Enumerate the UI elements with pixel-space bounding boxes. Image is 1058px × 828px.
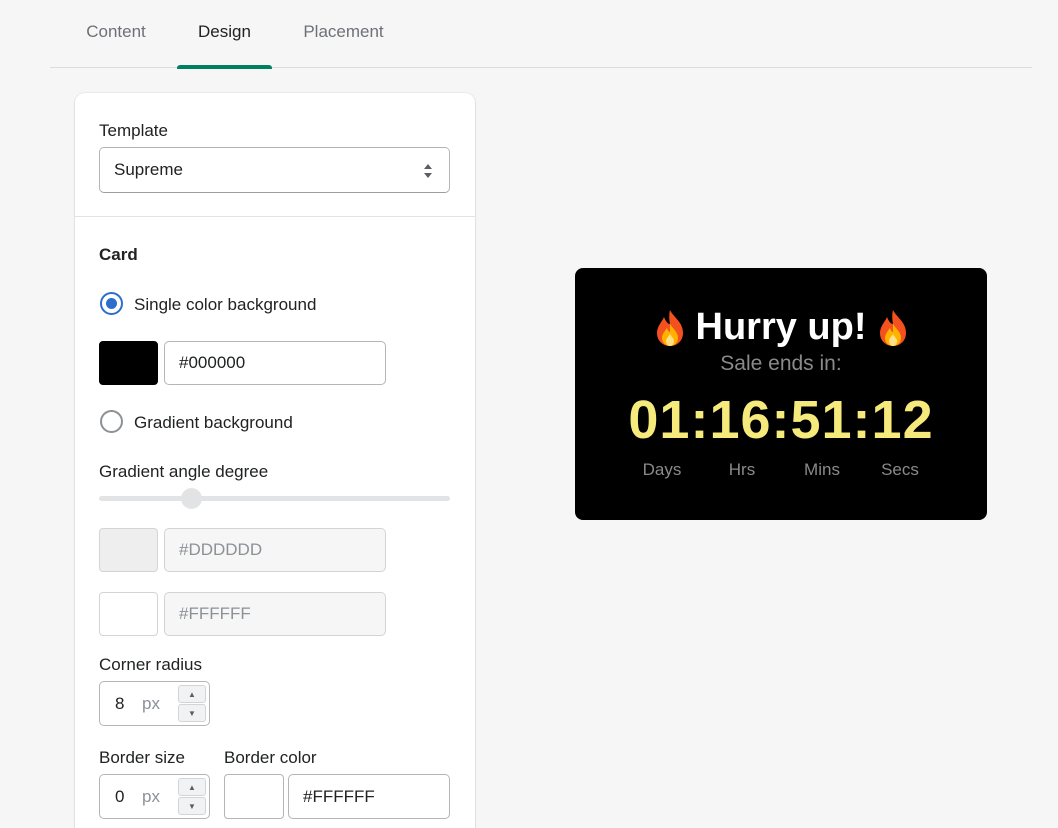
- caret-up-icon: ▲: [188, 689, 196, 699]
- gradient-label[interactable]: Gradient background: [134, 413, 293, 433]
- template-select-value: Supreme: [114, 160, 183, 179]
- template-select[interactable]: Supreme: [99, 147, 450, 193]
- border-size-decrement-button[interactable]: ▼: [178, 797, 206, 815]
- unit-label-days: Days: [642, 460, 682, 479]
- border-color-hex-value: #FFFFFF: [303, 786, 375, 806]
- unit-label-secs: Secs: [881, 460, 919, 479]
- gradient-color1-swatch[interactable]: [99, 528, 158, 572]
- preview-unit-labels: Days Hrs Mins Secs: [623, 460, 939, 480]
- caret-up-icon: ▲: [188, 782, 196, 792]
- corner-radius-increment-button[interactable]: ▲: [178, 685, 206, 703]
- caret-down-icon: ▼: [188, 801, 196, 811]
- tab-bar: Content Design Placement: [50, 0, 1032, 69]
- countdown-preview: Hurry up! Sale ends in: 01:16:51:12 Days…: [575, 268, 987, 520]
- template-section: Template Supreme: [75, 93, 475, 217]
- single-color-radio[interactable]: [100, 292, 123, 315]
- select-arrows-icon: [424, 164, 432, 178]
- tab-placement[interactable]: Placement: [294, 0, 393, 68]
- caret-down-icon: ▼: [188, 708, 196, 718]
- gradient-radio[interactable]: [100, 410, 123, 433]
- preview-title-row: Hurry up!: [575, 306, 987, 349]
- preview-subtitle: Sale ends in:: [720, 352, 842, 375]
- fire-icon: [656, 309, 683, 346]
- design-settings-panel: Template Supreme Card Single color backg…: [75, 93, 475, 828]
- single-color-hex-value: #000000: [179, 353, 246, 372]
- gradient-angle-slider-handle[interactable]: [181, 488, 202, 509]
- border-color-hex-input[interactable]: #FFFFFF: [288, 774, 450, 819]
- gradient-color2-hex-input[interactable]: #FFFFFF: [164, 592, 386, 636]
- border-size-value: 0: [115, 787, 125, 806]
- tab-design[interactable]: Design: [177, 0, 272, 69]
- single-color-hex-input[interactable]: #000000: [164, 341, 386, 385]
- gradient-color1-hex-value: #DDDDDD: [179, 540, 263, 559]
- single-color-label[interactable]: Single color background: [134, 295, 316, 315]
- single-color-swatch[interactable]: [99, 341, 158, 385]
- corner-radius-input[interactable]: 8 px ▲ ▼: [99, 681, 210, 726]
- corner-radius-label: Corner radius: [99, 655, 202, 674]
- corner-radius-decrement-button[interactable]: ▼: [178, 704, 206, 722]
- gradient-angle-slider[interactable]: [99, 496, 450, 501]
- tab-content[interactable]: Content: [77, 0, 155, 68]
- gradient-color1-hex-input[interactable]: #DDDDDD: [164, 528, 386, 572]
- unit-label-mins: Mins: [804, 460, 840, 479]
- template-label: Template: [99, 121, 168, 140]
- fire-icon: [879, 309, 906, 346]
- preview-timer: 01:16:51:12: [628, 390, 934, 450]
- border-color-swatch[interactable]: [224, 774, 284, 819]
- gradient-color2-hex-value: #FFFFFF: [179, 604, 251, 623]
- gradient-color2-swatch[interactable]: [99, 592, 158, 636]
- preview-title: Hurry up!: [695, 306, 867, 348]
- card-heading: Card: [99, 245, 138, 264]
- gradient-angle-label: Gradient angle degree: [99, 462, 269, 481]
- border-color-label: Border color: [224, 748, 317, 767]
- corner-radius-value: 8: [115, 694, 125, 713]
- border-size-label: Border size: [99, 748, 185, 767]
- corner-radius-unit: px: [142, 694, 160, 713]
- border-size-input[interactable]: 0 px ▲ ▼: [99, 774, 210, 819]
- border-size-increment-button[interactable]: ▲: [178, 778, 206, 796]
- border-size-unit: px: [142, 787, 160, 806]
- unit-label-hrs: Hrs: [728, 460, 756, 479]
